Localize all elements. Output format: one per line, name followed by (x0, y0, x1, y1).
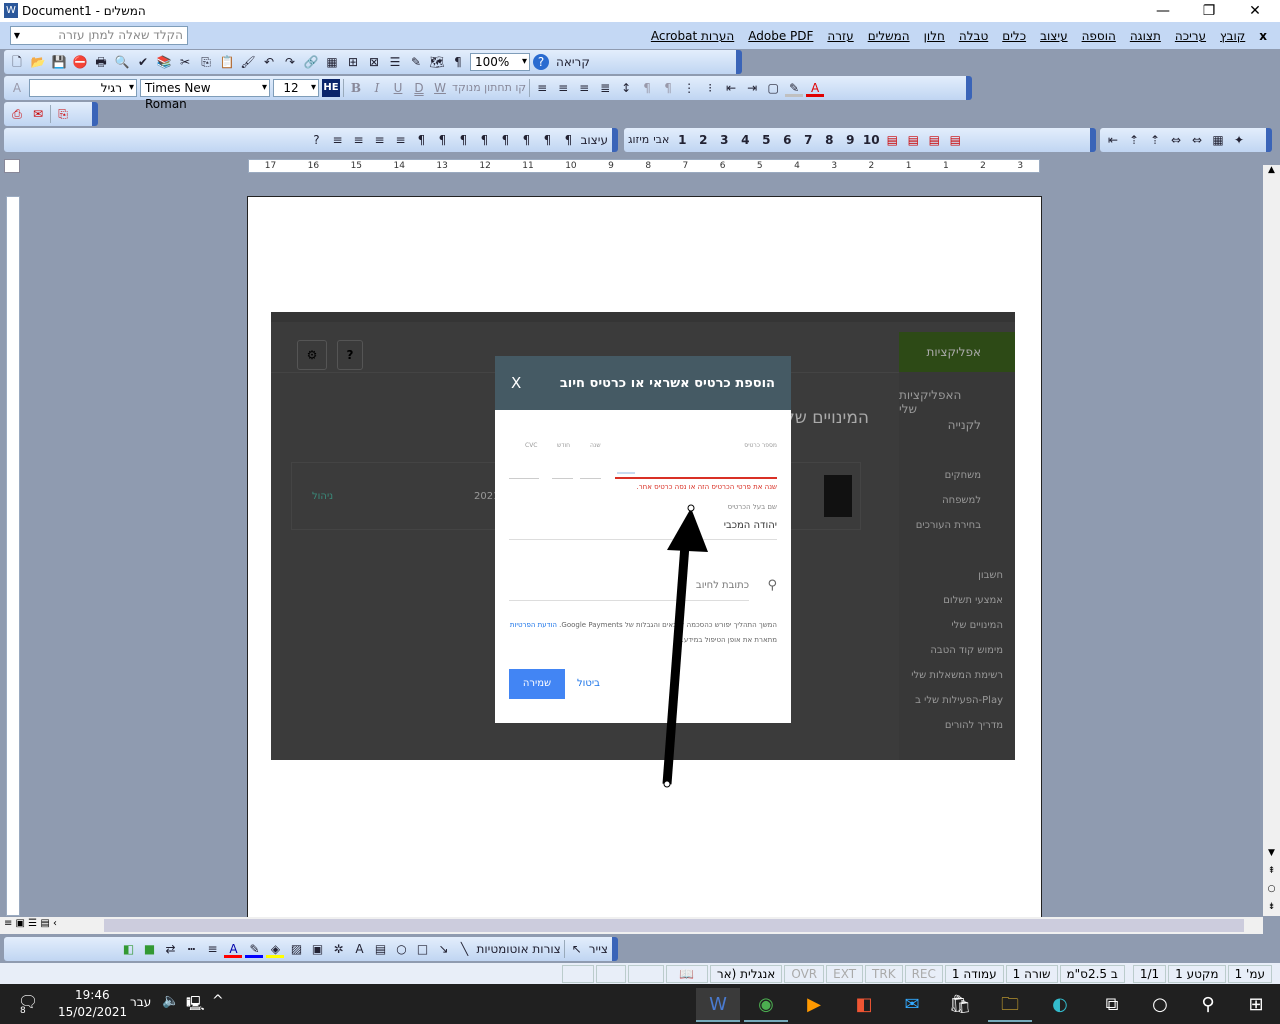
status-ovr[interactable]: OVR (784, 964, 825, 983)
cortana-icon[interactable]: ○ (1138, 988, 1182, 1022)
select-objects-icon[interactable]: ↖ (568, 940, 586, 958)
arrow-icon[interactable]: ↘ (434, 940, 452, 958)
fill-color-icon[interactable]: ◈ (266, 940, 285, 958)
status-line: שורה 1 (1005, 964, 1058, 983)
status-bar: עמ' 1 מקטע 1 1/1 ב 2.5ס"מ שורה 1 עמודה 1… (0, 963, 1280, 984)
media-player-icon[interactable]: ▶ (792, 988, 836, 1022)
3d-icon[interactable]: ◧ (119, 940, 137, 958)
picture-icon[interactable]: ▨ (287, 940, 305, 958)
status-column: עמודה 1 (944, 964, 1004, 983)
scroll-up-icon[interactable]: ▲ (1263, 165, 1280, 175)
resize-handle[interactable] (687, 504, 695, 512)
drawing-toolbar: צייר ↖ צורות אוטומטיות ╲ ↘ □ ○ ▤ A ✲ ▣ ▨… (4, 937, 618, 961)
chevron-up-icon[interactable]: ^ (212, 993, 224, 1009)
dash-style-icon[interactable]: ┅ (182, 940, 200, 958)
textbox-icon[interactable]: ▤ (371, 940, 389, 958)
rectangle-icon[interactable]: □ (413, 940, 431, 958)
autoshapes-menu[interactable]: צורות אוטומטיות (476, 940, 560, 958)
status-at: ב 2.5ס"מ (1059, 964, 1125, 983)
resize-handle[interactable] (663, 780, 671, 788)
start-icon[interactable]: ⊞ (1234, 988, 1278, 1022)
oval-icon[interactable]: ○ (392, 940, 410, 958)
status-pages: 1/1 (1132, 964, 1167, 983)
office-icon[interactable]: ◧ (842, 988, 886, 1022)
shadow-icon[interactable]: ■ (140, 940, 158, 958)
taskbar: 🗨 8 19:46 15/02/2021 עבר 🔈 🖳 ^ W ◉ ▶ ◧ ✉… (0, 984, 1280, 1024)
horizontal-scrollbar[interactable]: ≡ ▣ ☰ ▤ ‹ (0, 917, 1263, 934)
vertical-scrollbar[interactable]: ▲ ▼ ⇞ ○ ⇟ (1263, 165, 1280, 916)
arrow-line[interactable] (662, 544, 690, 785)
status-empty (595, 964, 626, 983)
clipart-icon[interactable]: ▣ (308, 940, 326, 958)
input-language[interactable]: עבר (130, 995, 151, 1009)
arrow-head[interactable] (667, 508, 708, 552)
mail-icon[interactable]: ✉ (890, 988, 934, 1022)
status-trk[interactable]: TRK (865, 964, 903, 983)
wordart-icon[interactable]: A (350, 940, 368, 958)
arrow-style-icon[interactable]: ⇄ (161, 940, 179, 958)
status-page: עמ' 1 (1227, 964, 1272, 983)
scroll-thumb[interactable] (104, 919, 1244, 932)
task-view-icon[interactable]: ⧉ (1090, 988, 1134, 1022)
search-icon[interactable]: ⚲ (1186, 988, 1230, 1022)
status-empty (627, 964, 664, 983)
status-rec[interactable]: REC (904, 964, 943, 983)
font-color-icon[interactable]: A (224, 940, 243, 958)
volume-icon[interactable]: 🔈 (162, 993, 179, 1009)
draw-menu[interactable]: צייר (589, 940, 608, 958)
store-icon[interactable]: 🛍 (938, 988, 982, 1022)
status-ext[interactable]: EXT (826, 964, 864, 983)
notification-count: 8 (20, 1006, 26, 1016)
browse-buttons[interactable]: ▼ ⇞ ○ ⇟ (1263, 844, 1280, 916)
separator (563, 940, 565, 958)
status-empty (561, 964, 594, 983)
clock-date[interactable]: 15/02/2021 (58, 1005, 127, 1019)
word-taskbar-icon[interactable]: W (696, 988, 740, 1022)
arrow-shape[interactable] (0, 0, 1280, 1024)
diagram-icon[interactable]: ✲ (329, 940, 347, 958)
line-color-icon[interactable]: ✎ (245, 940, 264, 958)
line-icon[interactable]: ╲ (455, 940, 473, 958)
status-section: מקטע 1 (1168, 964, 1226, 983)
view-buttons[interactable]: ≡ ▣ ☰ ▤ ‹ (4, 918, 57, 929)
chrome-icon[interactable]: ◉ (744, 988, 788, 1022)
status-language[interactable]: אנגלית (אר (709, 964, 783, 983)
clock-time[interactable]: 19:46 (75, 988, 110, 1002)
spelling-status-icon[interactable]: 📖 (665, 964, 708, 983)
file-explorer-icon[interactable]: 🗀 (988, 988, 1032, 1022)
edge-icon[interactable]: ◐ (1038, 988, 1082, 1022)
network-icon[interactable]: 🖳 (186, 993, 205, 1017)
line-style-icon[interactable]: ≡ (203, 940, 221, 958)
